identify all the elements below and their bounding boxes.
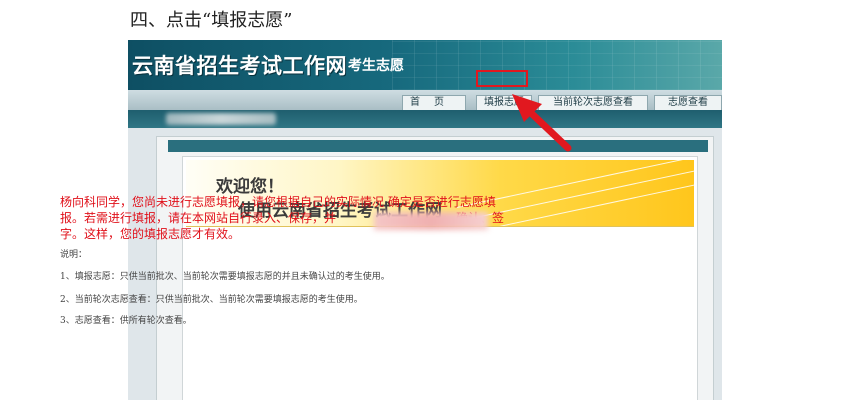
blurred-notice-segment [374,212,488,230]
content-header-bar [168,140,708,152]
notice-line-start: 报。若需进行填报，请在本网站自行录入、保存，并 [60,211,337,225]
step-heading: 四、点击“填报志愿” [130,10,293,31]
nav-current-round-view-link[interactable]: 当前轮次志愿查看 [538,95,648,110]
nav-highlight-box [476,70,528,87]
site-title: 云南省招生考试工作网 [132,54,347,78]
notice-line: 报。若需进行填报，请在本网站自行录入、保存，并确认、签 [60,210,568,226]
notice-line: 字。这样，您的填报志愿才有效。 [60,227,241,241]
notice-line: 杨向科同学，您尚未进行志愿填报，请您根据自己的实际情况 确定是否进行志愿填 [60,195,496,209]
nav-fill-volunteer-link[interactable]: 填报志愿 [476,95,532,110]
nav-home-link[interactable]: 首页 [402,95,466,110]
nav-bar: 首页 填报志愿 当前轮次志愿查看 志愿查看 [128,90,722,110]
site-subtitle: 考生志愿 [348,58,404,74]
nav-volunteer-view-link[interactable]: 志愿查看 [654,95,722,110]
description-title: 说明： [60,250,88,260]
banner-grid-decoration [392,40,722,90]
site-banner: 云南省招生考试工作网 考生志愿 [128,40,722,90]
description-item: 1、填报志愿：只供当前批次、当前轮次需要填报志愿的并且未确认过的考生使用。 [60,272,390,282]
description-item: 2、当前轮次志愿查看：只供当前批次、当前轮次需要填报志愿的考生使用。 [60,295,363,305]
notice-text: 杨向科同学，您尚未进行志愿填报，请您根据自己的实际情况 确定是否进行志愿填 报。… [60,194,568,242]
description-item: 3、志愿查看：供所有轮次查看。 [60,316,192,326]
blurred-user-info [166,113,276,125]
